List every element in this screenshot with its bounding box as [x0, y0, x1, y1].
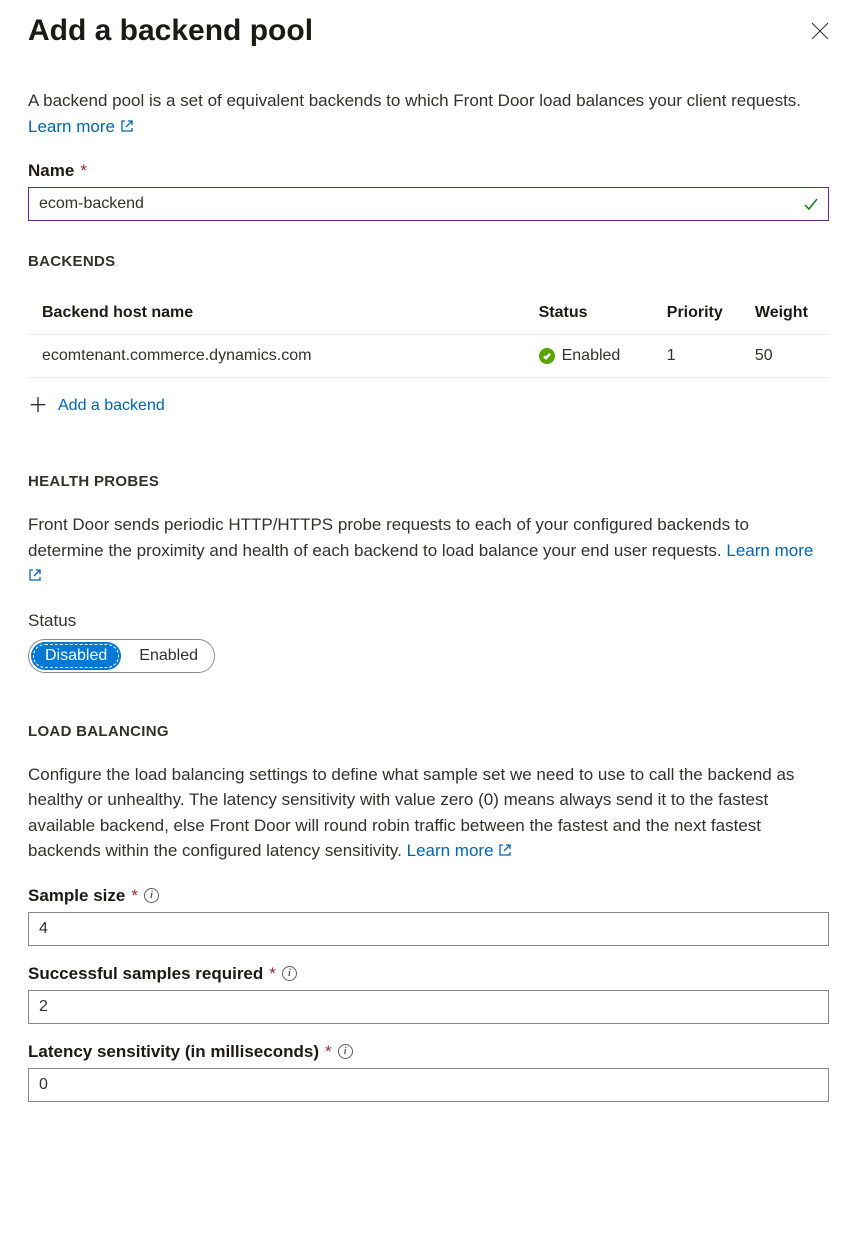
backends-section-header: BACKENDS	[28, 253, 829, 270]
toggle-enabled[interactable]: Enabled	[123, 640, 214, 672]
info-icon[interactable]: i	[144, 888, 159, 903]
cell-host: ecomtenant.commerce.dynamics.com	[28, 335, 525, 378]
sample-size-label: Sample size* i	[28, 886, 829, 906]
cell-status: Enabled	[525, 335, 653, 378]
external-link-icon	[120, 119, 134, 133]
info-icon[interactable]: i	[282, 966, 297, 981]
intro-text: A backend pool is a set of equivalent ba…	[28, 91, 801, 110]
cell-priority: 1	[653, 335, 741, 378]
page-title: Add a backend pool	[28, 14, 313, 48]
latency-label: Latency sensitivity (in milliseconds)* i	[28, 1042, 829, 1062]
load-balancing-section-header: LOAD BALANCING	[28, 723, 829, 740]
external-link-icon	[498, 843, 512, 857]
plus-icon: ＋	[28, 396, 48, 416]
name-input[interactable]	[28, 187, 829, 221]
name-label: Name*	[28, 161, 829, 181]
col-host: Backend host name	[28, 292, 525, 335]
col-priority: Priority	[653, 292, 741, 335]
required-asterisk: *	[269, 964, 276, 984]
add-backend-button[interactable]: ＋ Add a backend	[28, 396, 165, 416]
health-probes-section-header: HEALTH PROBES	[28, 473, 829, 490]
health-status-toggle[interactable]: Disabled Enabled	[28, 639, 215, 673]
table-row[interactable]: ecomtenant.commerce.dynamics.com Enabled…	[28, 335, 829, 378]
valid-check-icon	[803, 196, 819, 212]
lb-learn-more-link[interactable]: Learn more	[407, 841, 513, 860]
successful-samples-label: Successful samples required* i	[28, 964, 829, 984]
col-status: Status	[525, 292, 653, 335]
load-balancing-description: Configure the load balancing settings to…	[28, 762, 829, 864]
latency-input[interactable]	[28, 1068, 829, 1102]
info-icon[interactable]: i	[338, 1044, 353, 1059]
col-weight: Weight	[741, 292, 829, 335]
required-asterisk: *	[325, 1042, 332, 1062]
intro-description: A backend pool is a set of equivalent ba…	[28, 88, 829, 139]
add-backend-label: Add a backend	[58, 397, 165, 415]
cell-weight: 50	[741, 335, 829, 378]
health-probes-description: Front Door sends periodic HTTP/HTTPS pro…	[28, 512, 829, 589]
required-asterisk: *	[131, 886, 138, 906]
backends-table: Backend host name Status Priority Weight…	[28, 292, 829, 378]
close-icon[interactable]	[811, 22, 829, 40]
intro-learn-more-link[interactable]: Learn more	[28, 117, 134, 136]
required-asterisk: *	[80, 161, 87, 181]
sample-size-input[interactable]	[28, 912, 829, 946]
health-status-label: Status	[28, 611, 829, 631]
external-link-icon	[28, 568, 42, 582]
status-enabled-icon	[539, 348, 555, 364]
toggle-disabled[interactable]: Disabled	[31, 642, 121, 670]
successful-samples-input[interactable]	[28, 990, 829, 1024]
